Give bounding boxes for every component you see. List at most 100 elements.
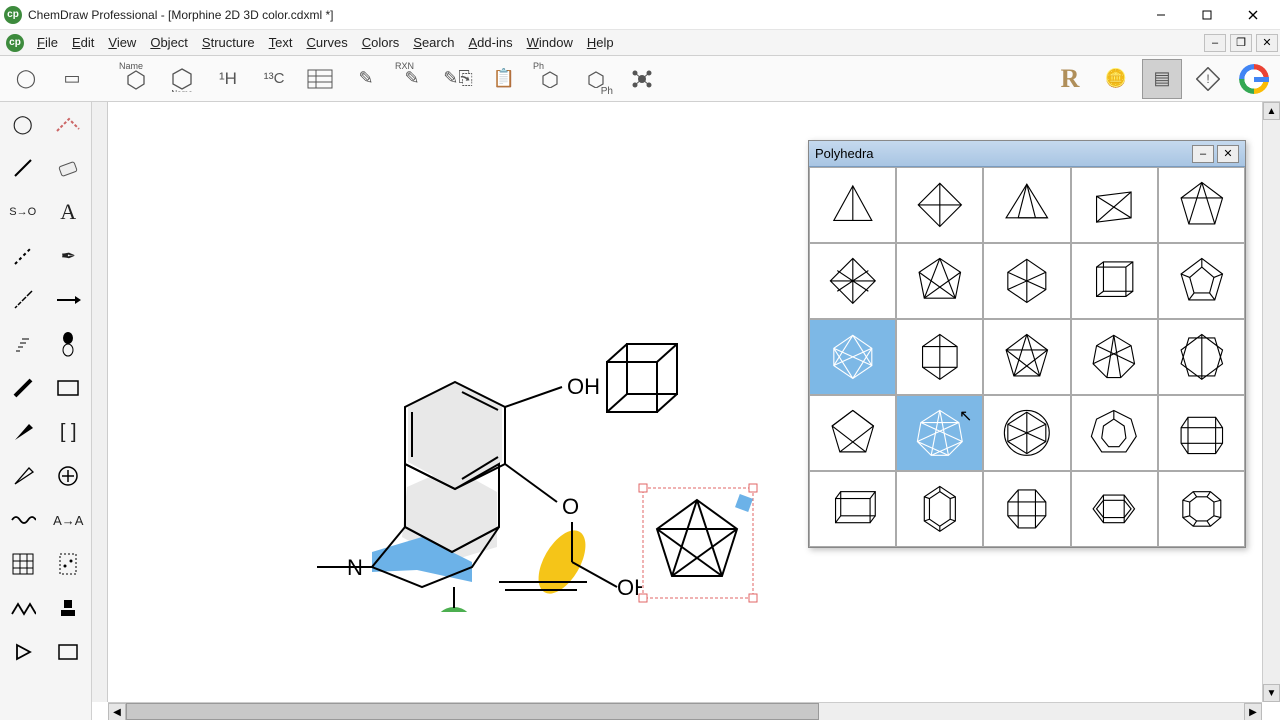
polyhedra-cell-24[interactable] [1158,471,1245,547]
cluster-button[interactable] [622,59,662,99]
chain-tool[interactable] [3,588,43,628]
polyhedra-cell-16[interactable]: ↖ [896,395,983,471]
polyhedra-cell-3[interactable] [1071,167,1158,243]
warning-button[interactable]: ! [1188,59,1228,99]
eraser-tool[interactable] [48,148,88,188]
polyhedra-panel[interactable]: Polyhedra ‒ ✕ ↖ [808,140,1246,548]
polyhedra-cell-20[interactable] [809,471,896,547]
stack-button[interactable]: ▤ [1142,59,1182,99]
text-tool[interactable]: A [48,192,88,232]
menu-window[interactable]: Window [520,33,580,52]
polyhedra-cell-18[interactable] [1071,395,1158,471]
name-to-structure-button[interactable]: Name [116,59,156,99]
pentagonal-bipyramid-shape[interactable] [637,482,767,612]
polyhedra-cell-22[interactable] [983,471,1070,547]
polyhedra-cell-7[interactable] [983,243,1070,319]
dashed-bond-tool[interactable] [3,236,43,276]
polyhedra-cell-8[interactable] [1071,243,1158,319]
horizontal-scrollbar[interactable]: ◀ ▶ [108,702,1262,720]
menu-edit[interactable]: Edit [65,33,101,52]
lasso-tool[interactable]: ◯ [6,59,46,99]
polyhedra-cell-15[interactable] [809,395,896,471]
polyhedra-close-button[interactable]: ✕ [1217,145,1239,163]
structure-to-name-button[interactable]: Name [162,59,202,99]
polyhedra-cell-6[interactable] [896,243,983,319]
polyhedra-cell-2[interactable] [983,167,1070,243]
paste-reaction-button[interactable]: 📋 [484,59,524,99]
atom-label-tool[interactable]: A→A [48,500,88,540]
menu-file[interactable]: File [30,33,65,52]
marquee-tool[interactable]: ▭ [52,59,92,99]
scroll-left-button[interactable]: ◀ [108,703,126,720]
polyhedra-cell-10[interactable] [809,319,896,395]
single-bond-tool[interactable] [3,148,43,188]
close-button[interactable] [1230,0,1276,30]
wedge-bond-tool[interactable] [3,412,43,452]
menu-curves[interactable]: Curves [300,33,355,52]
bold-bond-tool[interactable] [3,368,43,408]
morphine-structure[interactable]: OH O N OH H [222,252,642,612]
r-group-button[interactable]: R [1050,59,1090,99]
lasso-select-tool[interactable]: ◯ [3,104,43,144]
polyhedra-cell-23[interactable] [1071,471,1158,547]
wavy-bond-tool[interactable] [3,500,43,540]
minimize-button[interactable] [1138,0,1184,30]
freehand-tool[interactable] [48,104,88,144]
scroll-thumb[interactable] [126,703,819,720]
mdi-restore-button[interactable]: ❐ [1230,34,1252,52]
box-tool[interactable] [48,632,88,672]
menu-structure[interactable]: Structure [195,33,262,52]
copy-reaction-button[interactable]: ✎⎘ [438,59,478,99]
polyhedra-cell-19[interactable] [1158,395,1245,471]
polyhedra-cell-4[interactable] [1158,167,1245,243]
polyhedra-cell-0[interactable] [809,167,896,243]
menu-search[interactable]: Search [406,33,461,52]
play-tool[interactable] [3,632,43,672]
polyhedra-cell-17[interactable] [983,395,1070,471]
polyhedra-cell-12[interactable] [983,319,1070,395]
rectangle-tool[interactable] [48,368,88,408]
menu-help[interactable]: Help [580,33,621,52]
maximize-button[interactable] [1184,0,1230,30]
mdi-close-button[interactable]: ✕ [1256,34,1278,52]
hashed-wedge-tool[interactable] [3,280,43,320]
tlc-tool[interactable] [48,544,88,584]
menu-text[interactable]: Text [262,33,300,52]
scroll-right-button[interactable]: ▶ [1244,703,1262,720]
stamp-tool[interactable] [48,588,88,628]
table-tool[interactable] [3,544,43,584]
hashed-bond-tool[interactable] [3,324,43,364]
scroll-up-button[interactable]: ▲ [1263,102,1280,120]
ph-button[interactable]: Ph [530,59,570,99]
google-search-button[interactable] [1234,59,1274,99]
polyhedra-cell-9[interactable] [1158,243,1245,319]
menu-colors[interactable]: Colors [355,33,407,52]
h1-nmr-button[interactable]: ¹H [208,59,248,99]
c13-nmr-button[interactable]: ¹³C [254,59,294,99]
hollow-wedge-tool[interactable] [3,456,43,496]
polyhedra-cell-11[interactable] [896,319,983,395]
orbital-tool[interactable] [48,324,88,364]
polyhedra-minimize-button[interactable]: ‒ [1192,145,1214,163]
atom-tool[interactable] [48,456,88,496]
properties-table-button[interactable] [300,59,340,99]
polyhedra-cell-14[interactable] [1158,319,1245,395]
vertical-scrollbar[interactable]: ▲ ▼ [1262,102,1280,702]
coins-button[interactable]: 🪙 [1096,59,1136,99]
ph-annotate-button[interactable]: Ph [576,59,616,99]
pen-tool[interactable]: ✒ [48,236,88,276]
menu-add-ins[interactable]: Add-ins [461,33,519,52]
polyhedra-cell-21[interactable] [896,471,983,547]
mdi-minimize-button[interactable]: ‒ [1204,34,1226,52]
arrow-tool[interactable] [48,280,88,320]
polyhedra-cell-13[interactable] [1071,319,1158,395]
polyhedra-cell-1[interactable] [896,167,983,243]
dative-bond-tool[interactable]: S→O [3,192,43,232]
polyhedra-titlebar[interactable]: Polyhedra ‒ ✕ [809,141,1245,167]
scroll-down-button[interactable]: ▼ [1263,684,1280,702]
rxn-button[interactable]: RXN✎ [392,59,432,99]
bracket-tool[interactable]: [ ] [48,412,88,452]
clean-reaction-button[interactable]: ✎ [346,59,386,99]
menu-object[interactable]: Object [143,33,195,52]
cube-shape[interactable] [592,332,702,442]
